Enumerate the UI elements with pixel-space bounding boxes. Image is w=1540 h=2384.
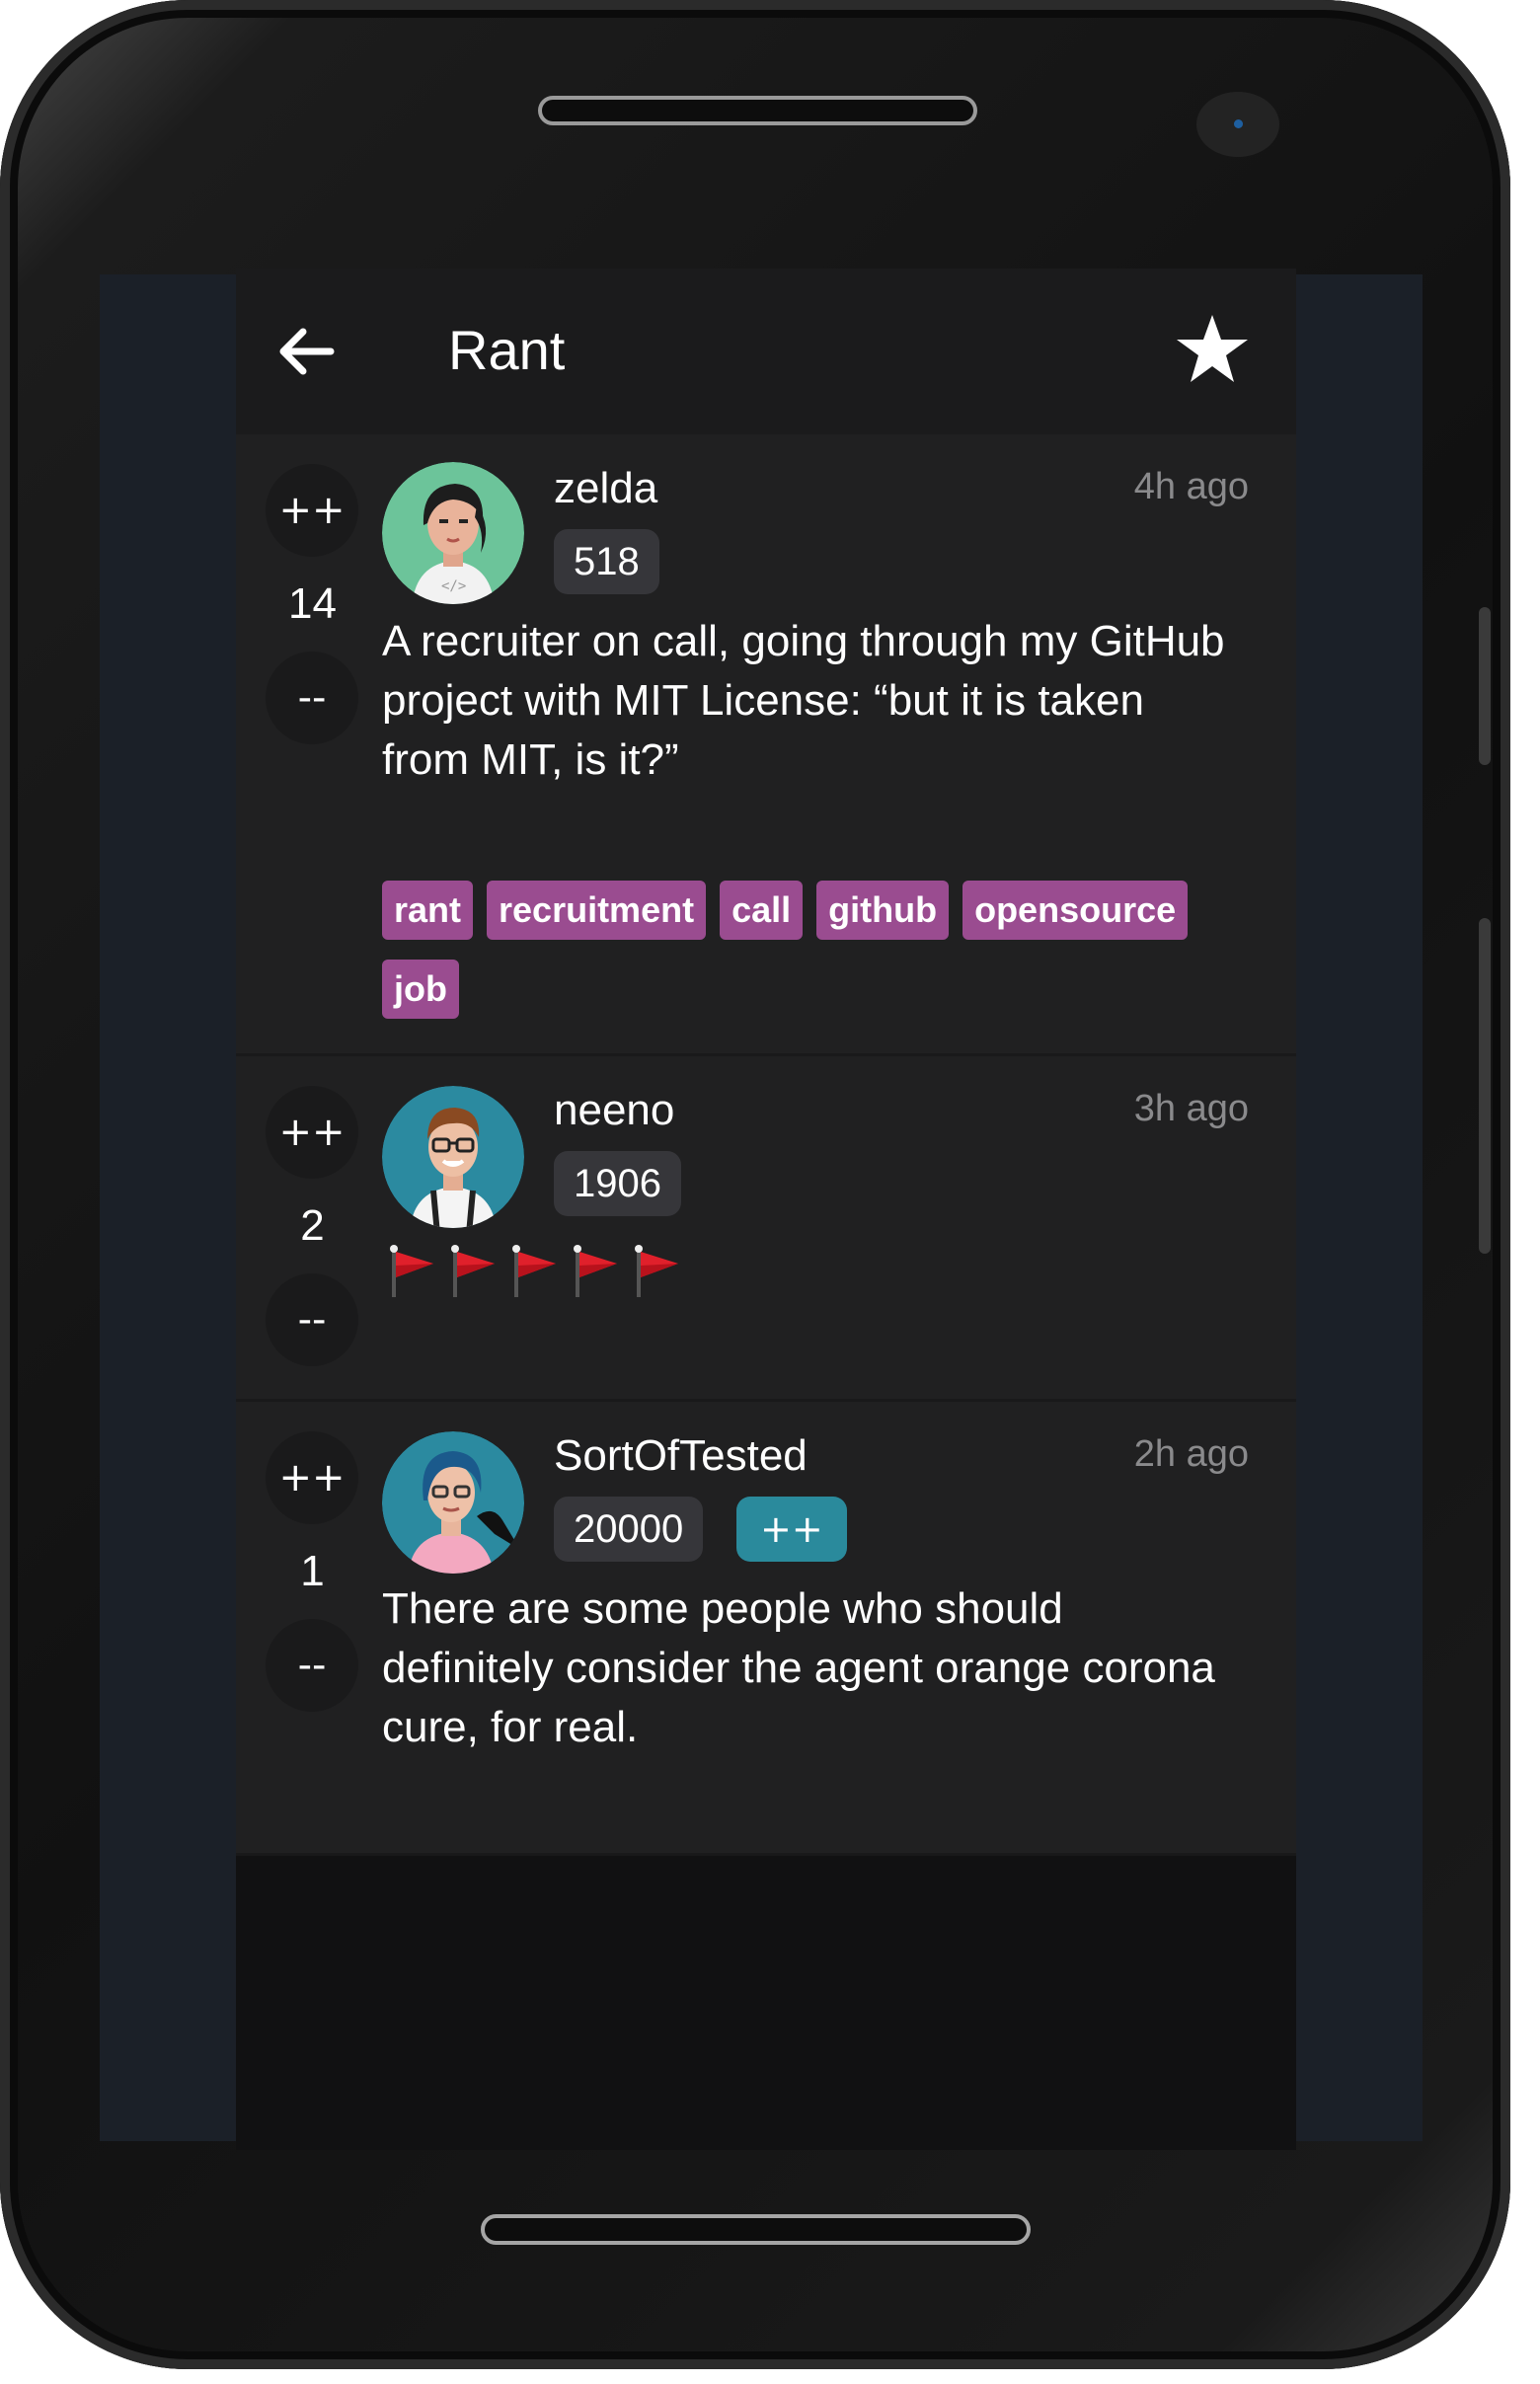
svg-text:</>: </> (441, 578, 466, 594)
vote-control: ++ 1 -- (266, 1431, 359, 1712)
timestamp: 2h ago (1133, 1433, 1249, 1475)
avatar[interactable] (382, 1431, 524, 1574)
user-score-badge: 1906 (554, 1151, 681, 1216)
supporter-badge: ++ (736, 1497, 847, 1562)
tag-list: rant recruitment call github opensource job (382, 881, 1251, 1038)
front-camera (1196, 92, 1279, 157)
home-bar[interactable] (481, 2214, 1031, 2245)
red-flag-icon (635, 1245, 678, 1297)
favorite-button[interactable] (1174, 311, 1251, 388)
tag[interactable]: call (720, 881, 804, 940)
rant-screen: Rant ++ 14 -- </> zelda 4h ago 518 A rec… (236, 269, 1296, 2150)
vote-count: 2 (300, 1201, 325, 1250)
upvote-button[interactable]: ++ (266, 1431, 358, 1524)
comment-text (386, 1244, 682, 1299)
volume-button (1479, 607, 1491, 765)
tag[interactable]: recruitment (487, 881, 707, 940)
tag[interactable]: job (382, 960, 459, 1019)
downvote-button[interactable]: -- (266, 1619, 358, 1712)
red-flag-icon (574, 1245, 617, 1297)
earpiece-speaker (538, 96, 977, 125)
app-bar: Rant (236, 269, 1296, 434)
page-title: Rant (448, 319, 566, 381)
vote-count: 14 (288, 579, 337, 628)
red-flag-icon (390, 1245, 433, 1297)
avatar[interactable]: </> (382, 462, 524, 604)
user-score-badge: 20000 (554, 1497, 704, 1562)
upvote-button[interactable]: ++ (266, 464, 358, 557)
upvote-button[interactable]: ++ (266, 1086, 358, 1179)
downvote-button[interactable]: -- (266, 1273, 358, 1366)
vote-control: ++ 2 -- (266, 1086, 359, 1366)
rant-text: A recruiter on call, going through my Gi… (382, 617, 1225, 784)
star-icon (1177, 315, 1248, 382)
arrow-left-icon (279, 328, 335, 375)
back-button[interactable] (275, 320, 339, 383)
avatar[interactable] (382, 1086, 524, 1228)
tag[interactable]: github (816, 881, 950, 940)
downvote-button[interactable]: -- (266, 652, 358, 744)
username[interactable]: SortOfTested (554, 1431, 808, 1481)
user-avatar-sortoftested (382, 1431, 524, 1574)
rant-feed: ++ 14 -- </> zelda 4h ago 518 A recruite… (236, 434, 1296, 1856)
username[interactable]: neeno (554, 1086, 674, 1135)
username[interactable]: zelda (554, 464, 657, 513)
rant-card: ++ 14 -- </> zelda 4h ago 518 A recruite… (236, 434, 1296, 1056)
timestamp: 4h ago (1133, 466, 1249, 507)
comment-text: There are some people who should definit… (382, 1584, 1215, 1751)
comment-card: ++ 2 -- neeno 3h ago 1906 (236, 1056, 1296, 1402)
red-flag-icon (512, 1245, 556, 1297)
user-avatar-neeno (382, 1086, 524, 1228)
tag[interactable]: opensource (962, 881, 1189, 940)
user-score-badge: 518 (554, 529, 659, 594)
vote-count: 1 (300, 1547, 325, 1595)
vote-control: ++ 14 -- (266, 464, 359, 744)
comment-card: ++ 1 -- SortOfTested 2h ago 20000 ++ The… (236, 1402, 1296, 1856)
power-button (1479, 918, 1491, 1254)
tag[interactable]: rant (382, 881, 474, 940)
user-avatar-zelda: </> (382, 462, 524, 604)
red-flag-icon (451, 1245, 495, 1297)
timestamp: 3h ago (1133, 1088, 1249, 1129)
